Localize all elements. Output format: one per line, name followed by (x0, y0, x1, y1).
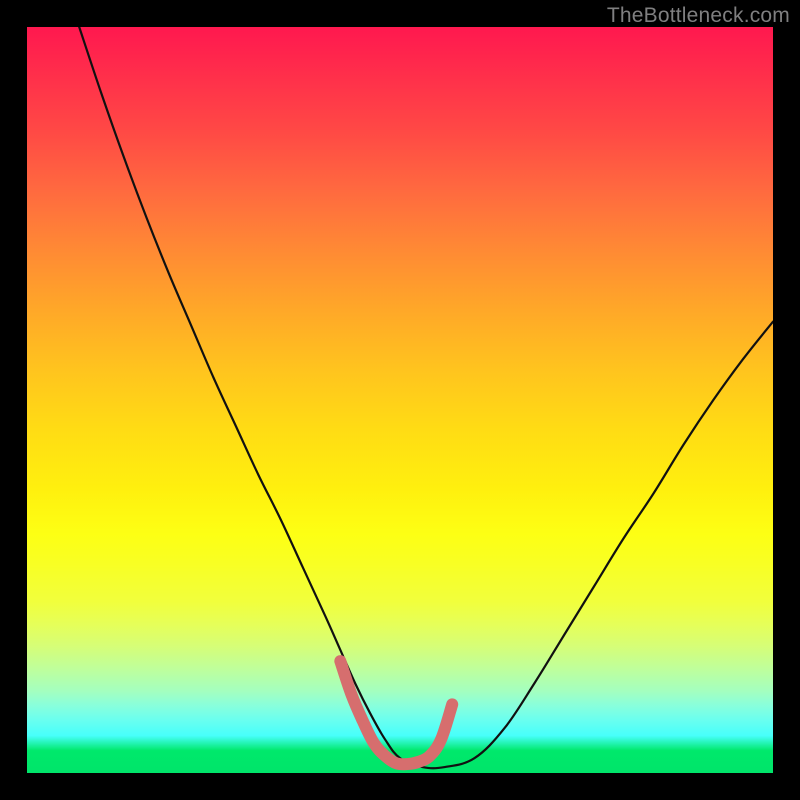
watermark-text: TheBottleneck.com (607, 4, 790, 28)
chart-svg (27, 27, 773, 773)
bottom-highlight (340, 661, 452, 764)
bottleneck-curve (79, 27, 773, 768)
chart-frame (27, 27, 773, 773)
